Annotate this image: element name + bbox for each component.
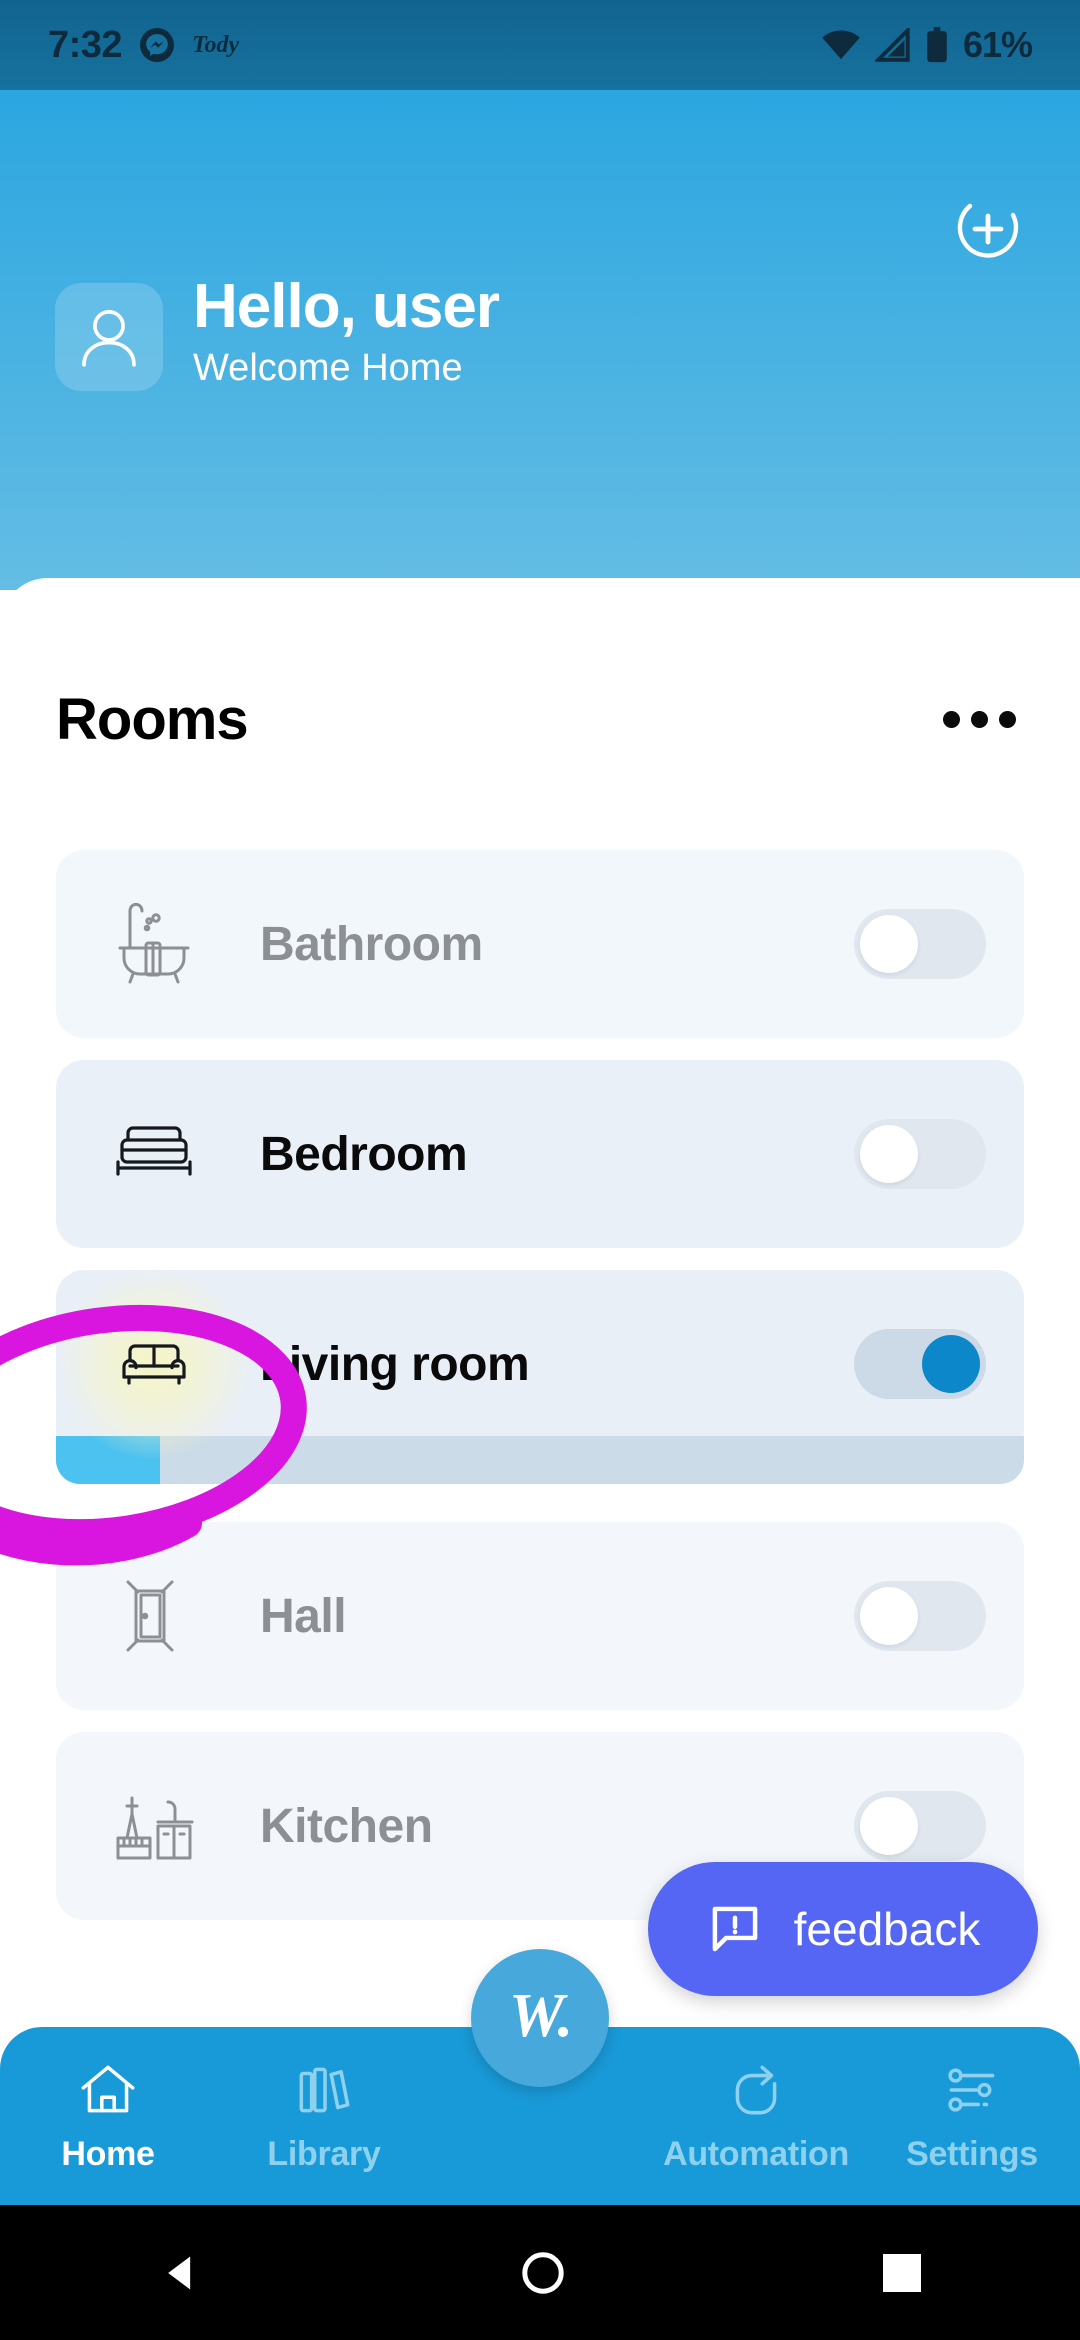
app-header: Hello, user Welcome Home bbox=[0, 90, 1080, 590]
room-name: Hall bbox=[260, 1589, 347, 1643]
bed-icon bbox=[84, 1106, 224, 1202]
greeting-title: Hello, user bbox=[193, 272, 500, 341]
nav-item-home[interactable]: Home bbox=[0, 2027, 216, 2174]
rooms-header: Rooms bbox=[56, 686, 1024, 753]
feedback-button[interactable]: feedback bbox=[648, 1862, 1038, 1996]
avatar[interactable] bbox=[55, 283, 163, 392]
room-card-bedroom[interactable]: Bedroom bbox=[56, 1060, 1024, 1248]
refresh-icon bbox=[723, 2057, 789, 2123]
sofa-icon bbox=[59, 1269, 249, 1459]
room-toggle-hall[interactable] bbox=[854, 1581, 986, 1651]
room-card-hall[interactable]: Hall bbox=[56, 1522, 1024, 1710]
nav-label: Library bbox=[267, 2135, 381, 2173]
home-circle-icon[interactable] bbox=[520, 2250, 566, 2296]
room-card-bathroom[interactable]: Bathroom bbox=[56, 850, 1024, 1038]
room-toggle-living-room[interactable] bbox=[854, 1329, 986, 1399]
phone-screen: 7:32 Tody 61% Hello, user Welcome Home R… bbox=[0, 0, 1080, 2340]
feedback-bubble-icon bbox=[706, 1900, 764, 1958]
status-time: 7:32 bbox=[48, 23, 123, 66]
room-name: Bedroom bbox=[260, 1127, 468, 1181]
battery-icon bbox=[925, 27, 949, 63]
rooms-list: Bathroom Bedroom Living room Hall Kitche… bbox=[56, 850, 1024, 1942]
room-card-living-room[interactable]: Living room bbox=[56, 1269, 1024, 1484]
door-icon bbox=[84, 1568, 224, 1664]
status-bar-left: 7:32 Tody bbox=[48, 24, 239, 67]
app-logo-fab[interactable]: W. bbox=[471, 1949, 609, 2087]
back-triangle-icon[interactable] bbox=[159, 2251, 203, 2295]
recents-square-icon[interactable] bbox=[883, 2253, 922, 2292]
cellular-signal-icon bbox=[874, 28, 911, 62]
profile-block[interactable]: Hello, user Welcome Home bbox=[55, 274, 500, 394]
more-horizontal-icon[interactable] bbox=[935, 697, 1024, 742]
greeting-block: Hello, user Welcome Home bbox=[193, 272, 500, 394]
nav-label: Automation bbox=[663, 2135, 849, 2173]
wifi-icon bbox=[821, 28, 861, 62]
nav-item-automation[interactable]: Automation bbox=[648, 2027, 864, 2174]
kitchen-icon bbox=[84, 1778, 224, 1874]
room-toggle-bathroom[interactable] bbox=[854, 909, 986, 979]
page-title: Rooms bbox=[56, 687, 249, 752]
nav-label: Home bbox=[61, 2135, 155, 2173]
bathtub-icon bbox=[84, 896, 224, 992]
fab-label: W. bbox=[508, 1981, 573, 2050]
add-device-button[interactable] bbox=[954, 195, 1022, 263]
nav-item-library[interactable]: Library bbox=[216, 2027, 432, 2174]
tody-app-icon: Tody bbox=[192, 31, 240, 58]
room-toggle-bedroom[interactable] bbox=[854, 1119, 986, 1189]
home-icon bbox=[75, 2057, 141, 2123]
messenger-icon bbox=[140, 28, 175, 62]
room-toggle-kitchen[interactable] bbox=[854, 1791, 986, 1861]
feedback-label: feedback bbox=[793, 1903, 981, 1955]
room-name: Bathroom bbox=[260, 917, 483, 971]
status-bar: 7:32 Tody 61% bbox=[0, 0, 1080, 90]
person-avatar-icon bbox=[72, 300, 146, 374]
battery-percentage: 61% bbox=[962, 24, 1033, 65]
nav-label: Settings bbox=[906, 2135, 1038, 2173]
sliders-icon bbox=[939, 2057, 1005, 2123]
bottom-navigation: Home Library Automation Settings W. bbox=[0, 1949, 1080, 2205]
room-name: Living room bbox=[260, 1337, 530, 1391]
greeting-subtitle: Welcome Home bbox=[193, 347, 463, 390]
nav-item-settings[interactable]: Settings bbox=[864, 2027, 1080, 2174]
status-bar-right: 61% bbox=[821, 24, 1033, 66]
books-icon bbox=[291, 2057, 357, 2123]
android-system-navigation bbox=[0, 2205, 1080, 2340]
room-name: Kitchen bbox=[260, 1799, 433, 1853]
